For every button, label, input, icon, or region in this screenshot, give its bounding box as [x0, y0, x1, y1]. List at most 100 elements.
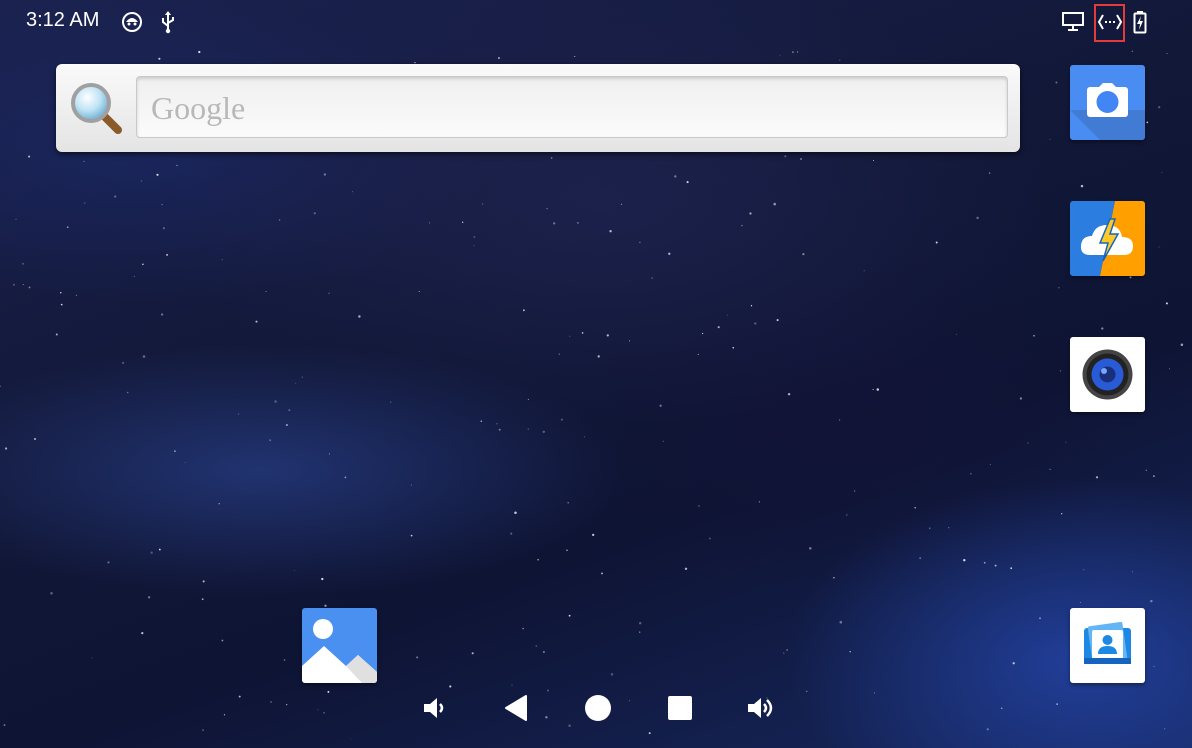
star [567, 501, 570, 504]
android-notification-icon [122, 12, 142, 32]
volume-up-button[interactable] [741, 688, 781, 728]
star [295, 382, 297, 384]
star [535, 645, 538, 647]
star [983, 561, 986, 564]
star [874, 692, 876, 694]
speaker-icon [1082, 349, 1133, 400]
star [286, 703, 288, 706]
star [527, 398, 529, 400]
star [28, 286, 31, 289]
star [141, 631, 144, 635]
star [126, 391, 129, 394]
star [686, 181, 689, 184]
star [809, 547, 812, 550]
back-button[interactable] [496, 688, 536, 728]
star [1000, 707, 1003, 709]
star [1060, 512, 1063, 515]
star [66, 226, 69, 229]
star [639, 631, 641, 633]
home-icon [585, 695, 611, 721]
star [201, 598, 204, 601]
star [176, 164, 178, 167]
star [1180, 343, 1184, 346]
volume-down-icon [424, 698, 444, 718]
star [301, 376, 303, 378]
star [628, 340, 631, 342]
star [107, 561, 110, 564]
star [606, 334, 609, 337]
google-search-widget[interactable]: Google [56, 64, 1020, 152]
star [514, 511, 517, 514]
star [218, 503, 220, 505]
star [390, 401, 392, 403]
star [542, 650, 545, 653]
star [537, 559, 539, 561]
image-icon [302, 619, 377, 683]
star [158, 548, 161, 551]
star [416, 656, 419, 659]
star [786, 649, 788, 651]
star [274, 400, 277, 403]
status-clock: 3:12 AM [26, 9, 100, 31]
star [328, 292, 330, 294]
star [288, 409, 291, 412]
star [60, 303, 63, 306]
star [481, 203, 484, 205]
star [158, 57, 161, 60]
battery-charging-icon [1133, 11, 1147, 34]
star [1049, 138, 1051, 140]
volume-down-button[interactable] [414, 688, 454, 728]
star [929, 527, 931, 529]
star [133, 275, 135, 277]
star [323, 712, 325, 714]
star [1059, 370, 1062, 372]
star [140, 180, 143, 182]
weather-app[interactable] [1070, 201, 1145, 276]
star [223, 714, 226, 716]
star [546, 208, 548, 210]
contacts-app[interactable] [1070, 608, 1145, 683]
star [480, 420, 483, 422]
star [876, 388, 880, 391]
camera-app[interactable] [1070, 65, 1145, 140]
star [278, 219, 281, 221]
star [577, 222, 579, 224]
star [1158, 246, 1160, 248]
star [872, 388, 874, 391]
star [749, 212, 752, 215]
star [849, 650, 851, 653]
star [150, 551, 153, 554]
star [697, 353, 699, 355]
star [553, 222, 556, 225]
star [758, 501, 760, 503]
star [797, 51, 799, 53]
star [83, 160, 85, 162]
code-brackets-icon[interactable] [1097, 13, 1123, 31]
contact-card-icon [1084, 621, 1131, 664]
recents-button[interactable] [660, 688, 700, 728]
star [839, 419, 841, 421]
music-app[interactable] [1070, 337, 1145, 412]
star [166, 253, 169, 256]
star [629, 700, 630, 702]
star [324, 604, 327, 607]
star [963, 558, 966, 562]
star [684, 567, 688, 571]
gallery-app[interactable] [302, 608, 377, 683]
star [773, 202, 776, 206]
star [754, 322, 757, 325]
star [717, 326, 720, 329]
search-input[interactable]: Google [136, 76, 1008, 138]
star [568, 724, 571, 727]
search-icon[interactable] [66, 78, 126, 138]
star [802, 252, 805, 256]
star [28, 155, 31, 158]
star [853, 490, 856, 492]
home-button[interactable] [578, 688, 618, 728]
camera-icon [1070, 83, 1145, 140]
star [674, 175, 677, 178]
star [161, 203, 163, 206]
star [184, 462, 186, 464]
star [358, 315, 361, 318]
star [806, 690, 808, 692]
